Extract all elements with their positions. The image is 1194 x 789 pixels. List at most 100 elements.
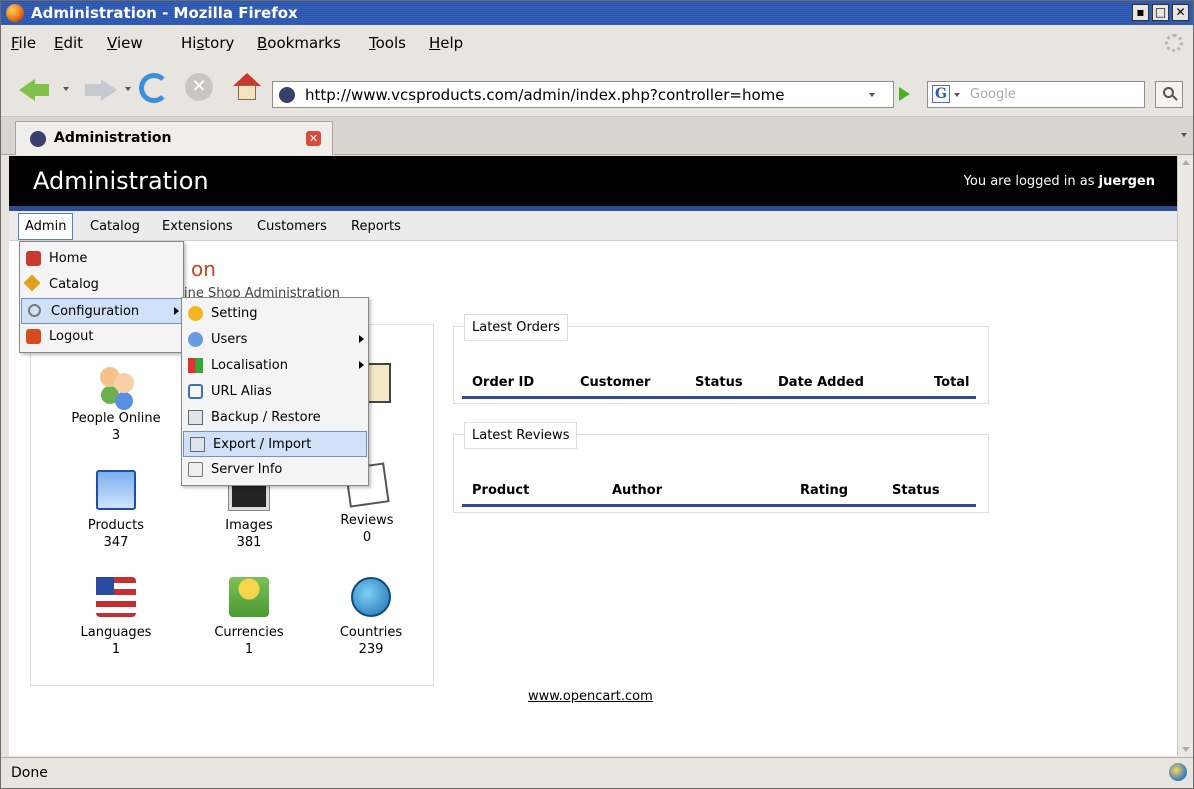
window-controls: ▪ □ ✕: [1132, 4, 1189, 21]
admin-title: Administration: [33, 167, 209, 195]
wand-icon: [23, 274, 41, 292]
column-header: Rating: [800, 483, 849, 498]
topmenu-extensions[interactable]: Extensions: [162, 219, 233, 234]
stat-label: Languages: [80, 625, 152, 640]
stat-languages[interactable]: Languages 1: [56, 577, 176, 657]
tab-list-dropdown-icon[interactable]: [1181, 133, 1187, 137]
menu-tools[interactable]: Tools: [369, 34, 406, 52]
search-button[interactable]: [1155, 81, 1183, 108]
stat-products[interactable]: Products 347: [56, 470, 176, 550]
close-window-button[interactable]: ✕: [1172, 4, 1189, 21]
column-header: Total: [934, 375, 970, 390]
topmenu-customers[interactable]: Customers: [257, 219, 327, 234]
tab-administration[interactable]: Administration ✕: [15, 121, 333, 155]
column-header: Author: [612, 483, 663, 498]
forward-button[interactable]: [81, 76, 117, 102]
menu-view[interactable]: View: [107, 34, 143, 52]
people-online-icon: [96, 363, 136, 403]
tab-close-icon[interactable]: ✕: [306, 131, 321, 146]
countries-icon: [351, 577, 391, 617]
opencart-link[interactable]: www.opencart.com: [528, 689, 653, 704]
latest-orders-panel: Latest Orders Order ID Customer Status D…: [453, 314, 989, 404]
admin-menu-catalog[interactable]: Catalog: [20, 272, 183, 298]
vertical-scrollbar[interactable]: [1177, 156, 1193, 756]
stat-currencies[interactable]: Currencies 1: [189, 577, 309, 657]
status-text: Done: [11, 765, 48, 781]
admin-menu-logout[interactable]: Logout: [20, 324, 183, 350]
stat-value: 3: [111, 428, 121, 443]
minimize-button[interactable]: ▪: [1132, 4, 1149, 21]
config-menu-users[interactable]: Users: [182, 327, 368, 353]
forward-history-dropdown-icon[interactable]: [125, 87, 131, 91]
admin-menu-home[interactable]: Home: [20, 246, 183, 272]
menu-file[interactable]: File: [11, 34, 36, 52]
update-notification-icon[interactable]: [1169, 763, 1187, 781]
menu-edit[interactable]: Edit: [54, 34, 83, 52]
stat-label: Countries: [339, 625, 403, 640]
menu-history[interactable]: History: [181, 34, 234, 52]
url-bar[interactable]: http://www.vcsproducts.com/admin/index.p…: [272, 81, 894, 108]
throbber-icon: [1165, 34, 1183, 52]
latest-reviews-title: Latest Reviews: [464, 422, 578, 449]
config-menu-backup-restore[interactable]: Backup / Restore: [182, 405, 368, 431]
title-bar: Administration - Mozilla Firefox ▪ □ ✕: [1, 1, 1193, 25]
window-title: Administration - Mozilla Firefox: [31, 4, 298, 22]
topmenu-catalog[interactable]: Catalog: [90, 219, 140, 234]
config-menu-url-alias[interactable]: URL Alias: [182, 379, 368, 405]
stat-label: Currencies: [214, 625, 284, 640]
column-header: Customer: [580, 375, 651, 390]
scroll-down-icon[interactable]: [1182, 747, 1190, 752]
currencies-icon: [229, 577, 269, 617]
column-header: Status: [695, 375, 743, 390]
stat-value: 239: [358, 642, 384, 657]
admin-top-menu: Admin Catalog Extensions Customers Repor…: [9, 211, 1177, 241]
scroll-up-icon[interactable]: [1182, 160, 1190, 165]
back-history-dropdown-icon[interactable]: [63, 87, 69, 91]
config-menu-setting[interactable]: Setting: [182, 301, 368, 327]
home-icon: [26, 251, 41, 266]
stat-label: Products: [87, 518, 145, 533]
latest-reviews-panel: Latest Reviews Product Author Rating Sta…: [453, 422, 989, 513]
topmenu-admin[interactable]: Admin: [18, 213, 74, 240]
search-box[interactable]: G Google: [927, 81, 1145, 108]
config-menu-server-info[interactable]: Server Info: [182, 457, 368, 483]
stat-value: 381: [236, 535, 262, 550]
stat-countries[interactable]: Countries 239: [311, 577, 431, 657]
column-header: Product: [472, 483, 530, 498]
url-dropdown-icon[interactable]: [869, 93, 875, 97]
stat-people-online[interactable]: People Online 3: [56, 363, 176, 443]
stat-label: Reviews: [340, 513, 394, 528]
column-header: Order ID: [472, 375, 535, 390]
reload-button[interactable]: [139, 73, 169, 103]
go-button[interactable]: [899, 87, 910, 101]
page-title: on: [191, 257, 216, 281]
maximize-button[interactable]: □: [1152, 4, 1169, 21]
admin-dropdown-menu: Home Catalog Configuration Logout: [19, 241, 184, 353]
stat-value: 1: [244, 642, 254, 657]
google-engine-icon[interactable]: G: [932, 85, 950, 103]
menu-help[interactable]: Help: [429, 34, 463, 52]
submenu-arrow-icon: [174, 307, 179, 315]
topmenu-reports[interactable]: Reports: [351, 219, 401, 234]
config-menu-export-import[interactable]: Export / Import: [183, 431, 367, 457]
latest-orders-title: Latest Orders: [464, 314, 569, 341]
submenu-arrow-icon: [359, 335, 364, 343]
latest-reviews-header: Product Author Rating Status: [462, 483, 976, 507]
backup-icon: [188, 410, 203, 425]
admin-menu-configuration[interactable]: Configuration: [21, 298, 182, 324]
logout-icon: [26, 329, 41, 344]
configuration-submenu: Setting Users Localisation URL Alias Bac…: [181, 297, 369, 486]
products-icon: [96, 470, 136, 510]
search-engine-dropdown-icon[interactable]: [954, 93, 960, 97]
login-status: You are logged in as juergen: [963, 174, 1155, 189]
url-text[interactable]: http://www.vcsproducts.com/admin/index.p…: [305, 86, 784, 104]
config-menu-localisation[interactable]: Localisation: [182, 353, 368, 379]
stop-button[interactable]: ✕: [185, 73, 213, 101]
menu-bookmarks[interactable]: Bookmarks: [257, 34, 341, 52]
tab-label: Administration: [54, 130, 172, 146]
search-placeholder[interactable]: Google: [970, 87, 1016, 102]
server-info-icon: [188, 462, 203, 477]
home-button[interactable]: [233, 73, 261, 101]
back-button[interactable]: [19, 76, 55, 102]
tab-strip: Administration ✕: [1, 117, 1193, 155]
